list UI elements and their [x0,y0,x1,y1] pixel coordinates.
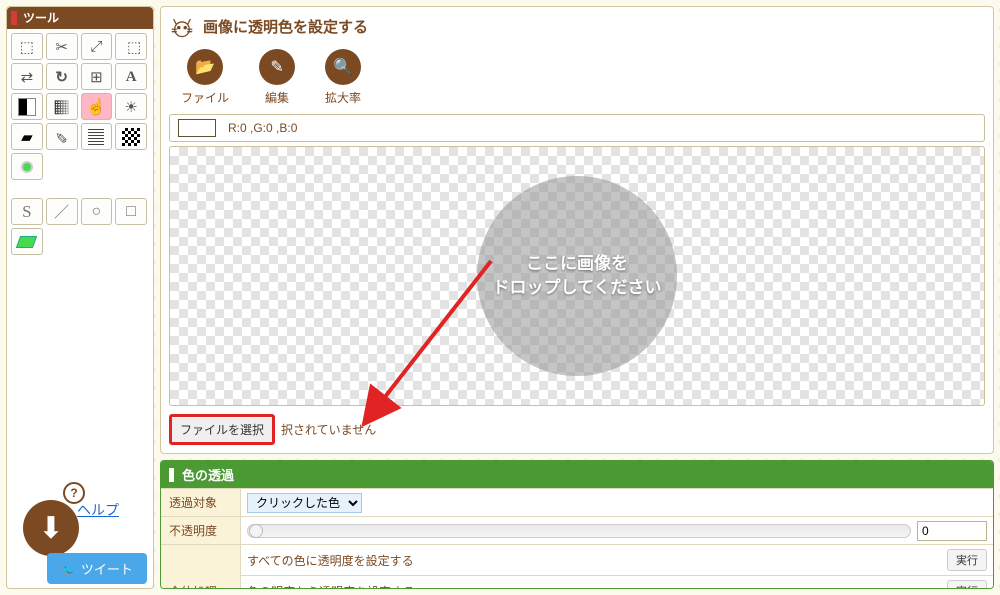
folder-icon: 📂 [187,49,223,85]
text-tool[interactable] [115,63,147,90]
canvas[interactable]: ここに画像を ドロップしてください [169,146,985,406]
circle-tool[interactable] [81,198,113,225]
transparency-panel: 色の透過 透過対象 クリックした色 不透明度 [160,460,994,589]
line-tool[interactable] [46,198,78,225]
tool-grid-1 [7,29,151,184]
file-status: 択されていません [281,421,376,438]
tool-grid-2 [7,194,151,259]
magnifier-icon: 🔍 [325,49,361,85]
rgb-readout: R:0 ,G:0 ,B:0 [228,121,297,135]
rotate-tool[interactable] [46,63,78,90]
exec-button-2[interactable]: 実行 [947,580,987,589]
editor-toolbar: 📂 ファイル ✎ 編集 🔍 拡大率 [161,45,993,114]
checker-tool[interactable] [115,123,147,150]
edit-menu[interactable]: ✎ 編集 [259,49,295,106]
brightness-tool[interactable] [115,93,147,120]
choose-file-button[interactable]: ファイルを選択 [169,414,275,445]
opacity-slider[interactable] [247,524,911,538]
file-menu[interactable]: 📂 ファイル [181,49,229,106]
blur-tool[interactable] [46,93,78,120]
resize-tool[interactable] [115,33,147,60]
global-line-2: 色の明度から透明度を設定する [247,583,415,590]
tweet-button[interactable]: ツイート [47,553,147,584]
target-select[interactable]: クリックした色 [247,493,362,513]
dropper-tool[interactable] [46,123,78,150]
s-curve-tool[interactable] [11,198,43,225]
global-label: 全体処理 [161,545,241,589]
swap-tool[interactable] [11,63,43,90]
color-swatch[interactable] [178,119,216,137]
page-title: 画像に透明色を設定する [203,16,368,37]
editor-card: 画像に透明色を設定する 📂 ファイル ✎ 編集 🔍 拡大率 R:0 ,G: [160,6,994,454]
zoom-menu[interactable]: 🔍 拡大率 [325,49,361,106]
color-bar: R:0 ,G:0 ,B:0 [169,114,985,142]
opacity-input[interactable] [917,521,987,541]
fill-tool[interactable] [11,123,43,150]
transparency-tool[interactable] [81,93,113,120]
add-tool[interactable] [81,63,113,90]
global-line-1: すべての色に透明度を設定する [247,552,414,569]
drop-placeholder: ここに画像を ドロップしてください [477,176,677,376]
transparency-panel-title: 色の透過 [161,461,993,488]
tools-panel: ツール ? ヘルプ [6,6,154,589]
eraser-tool[interactable] [11,228,43,255]
square-tool[interactable] [115,198,147,225]
help-icon[interactable]: ? [63,482,85,504]
help-link[interactable]: ヘルプ [77,500,119,520]
bw-tool[interactable] [11,93,43,120]
cut-tool[interactable] [46,33,78,60]
scale-tool[interactable] [81,33,113,60]
exec-button-1[interactable]: 実行 [947,549,987,571]
pencil-icon: ✎ [259,49,295,85]
cat-icon [169,13,195,39]
opacity-label: 不透明度 [161,517,241,544]
tools-panel-title: ツール [7,7,153,29]
spray-tool[interactable] [81,123,113,150]
target-label: 透過対象 [161,489,241,516]
color-dot-tool[interactable] [11,153,43,180]
download-button[interactable] [23,500,79,556]
select-tool[interactable] [11,33,43,60]
